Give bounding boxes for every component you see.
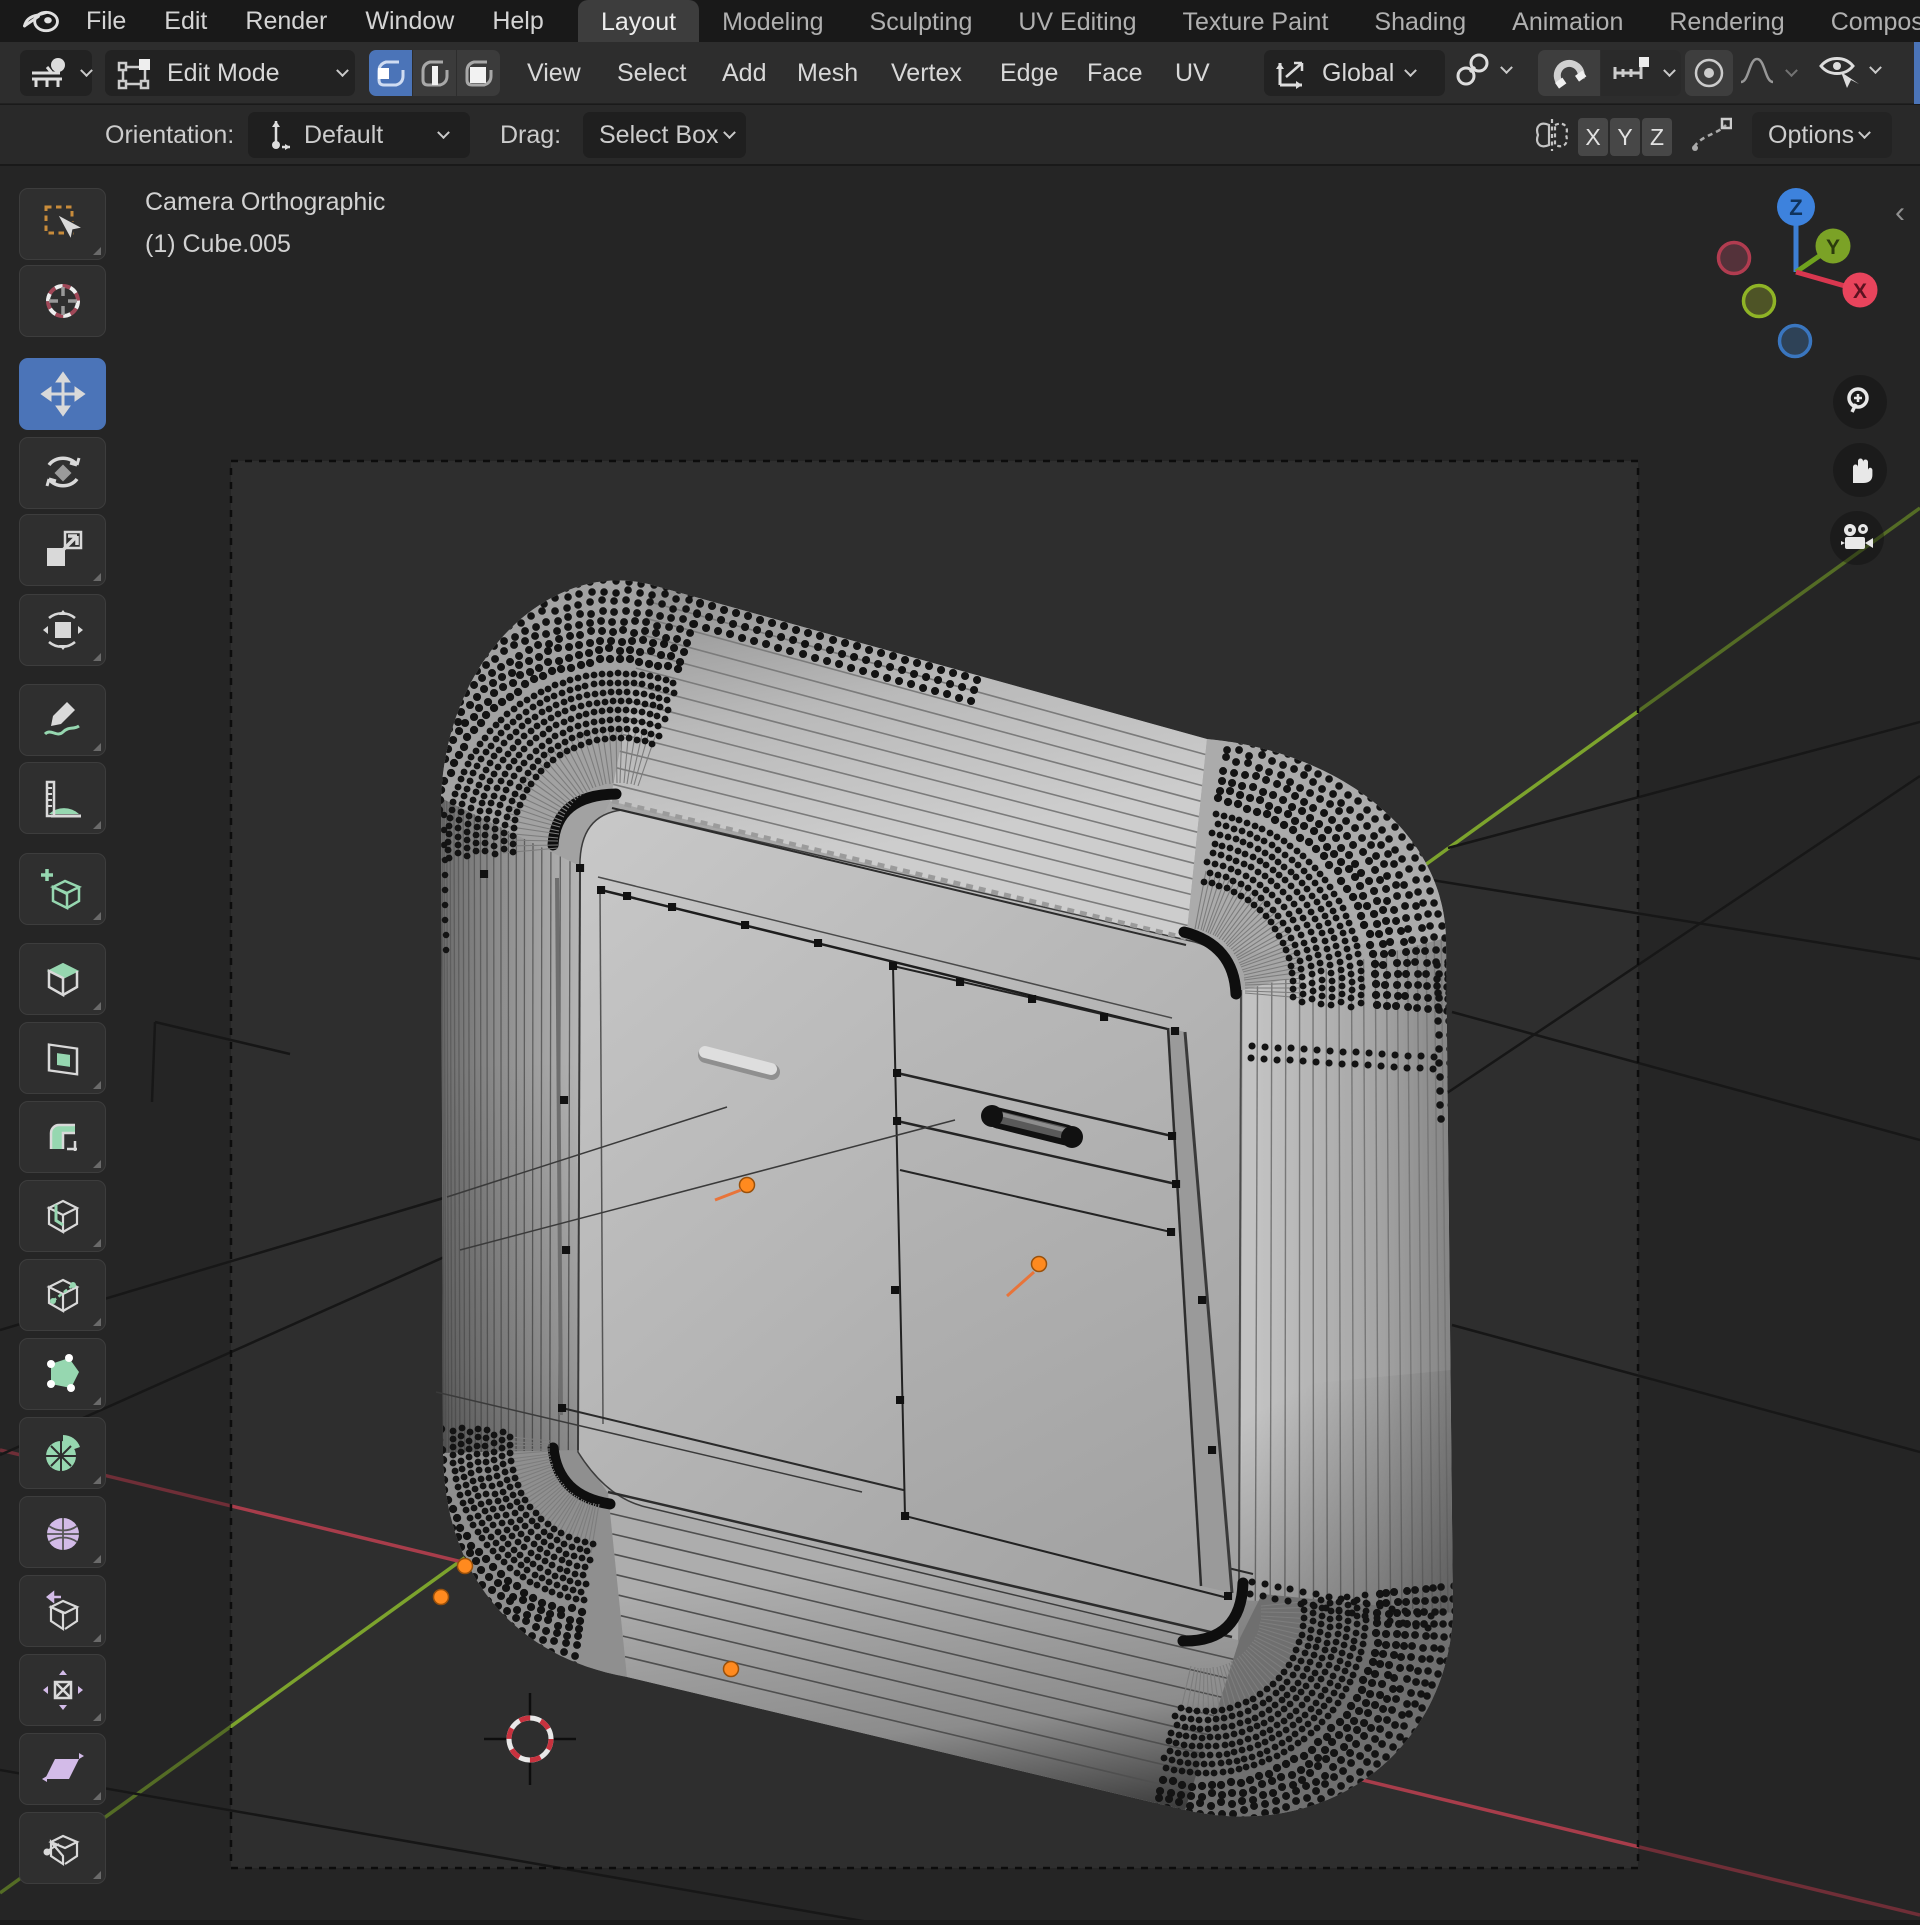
svg-text:X: X [1853, 280, 1867, 303]
svg-text:Y: Y [1826, 236, 1840, 259]
svg-text:Z: Z [1789, 195, 1802, 220]
